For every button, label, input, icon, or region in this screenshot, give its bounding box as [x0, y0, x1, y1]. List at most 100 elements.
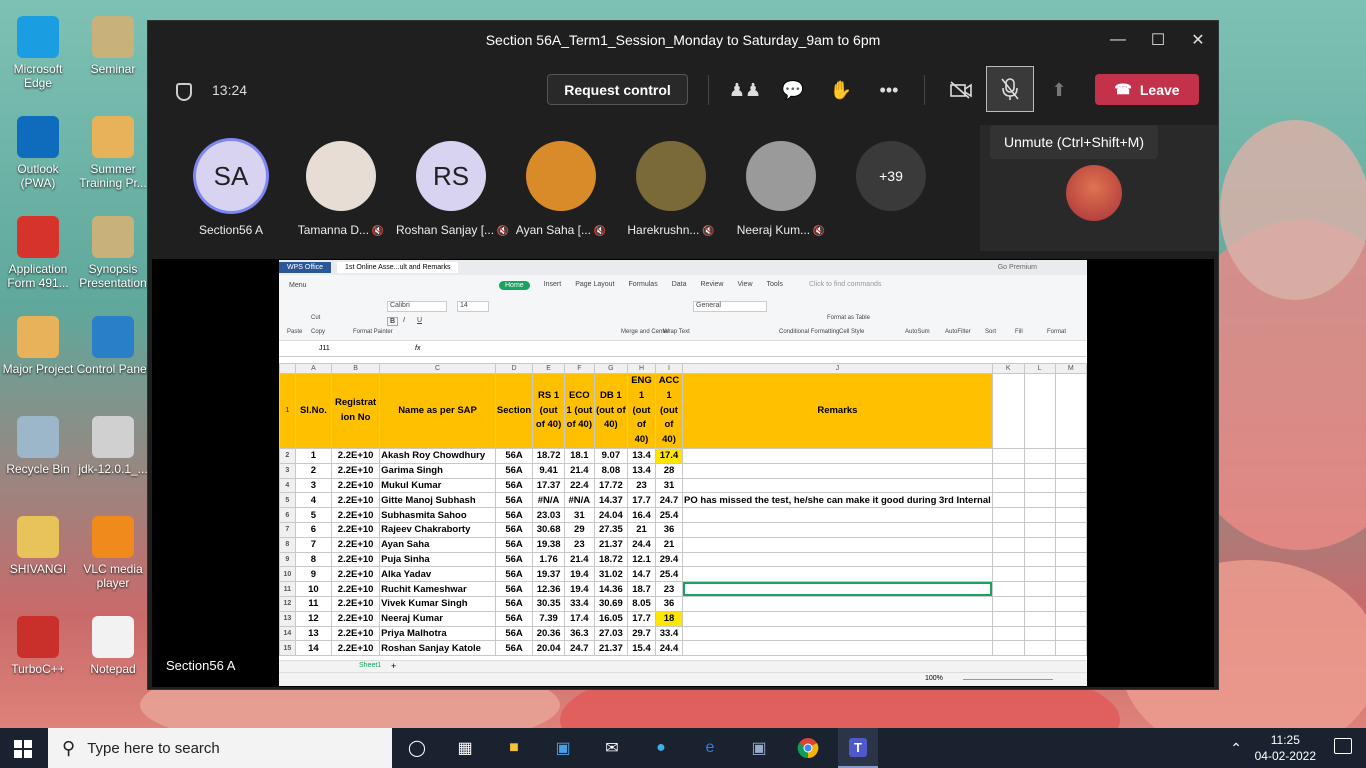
desktop-icon[interactable]: Summer Training Pr... [75, 110, 151, 190]
ribbon-button-fill[interactable]: Fill [1015, 329, 1023, 335]
empty-cell[interactable] [1023, 625, 1056, 642]
edge-icon[interactable]: ● [648, 736, 674, 760]
empty-cell[interactable] [1023, 610, 1056, 627]
remarks-cell[interactable] [682, 625, 993, 642]
empty-cell[interactable] [1023, 551, 1056, 568]
empty-cell[interactable] [1054, 595, 1087, 612]
row-header[interactable]: 15 [279, 640, 296, 657]
reactions-icon[interactable]: ✋ [828, 77, 854, 103]
data-cell[interactable]: 14.36 [593, 581, 629, 597]
data-cell[interactable]: 2.2E+10 [331, 640, 381, 657]
data-cell[interactable]: 56A [494, 477, 534, 494]
data-cell[interactable]: 17.37 [532, 477, 565, 494]
empty-cell[interactable] [1054, 492, 1087, 509]
remarks-cell[interactable] [682, 507, 993, 523]
data-cell[interactable]: 10 [294, 581, 333, 597]
data-cell[interactable]: 2.2E+10 [331, 507, 381, 523]
column-header[interactable]: I [654, 363, 684, 374]
data-cell[interactable]: 18.72 [593, 551, 629, 568]
ribbon-tab-tools[interactable]: Tools [767, 281, 783, 290]
data-cell[interactable]: 18.7 [627, 581, 656, 597]
empty-cell[interactable] [1054, 625, 1087, 642]
document-tab[interactable]: 1st Online Asse...ult and Remarks [337, 262, 459, 273]
fx-icon[interactable]: fx [415, 345, 420, 352]
row-header[interactable]: 7 [279, 521, 296, 538]
row-header[interactable]: 6 [279, 507, 296, 523]
task-view-icon[interactable]: ▦ [452, 736, 478, 760]
data-cell[interactable]: 21.37 [593, 536, 629, 553]
data-cell[interactable]: 2.2E+10 [331, 536, 381, 553]
column-header[interactable]: G [593, 363, 629, 374]
font-name-select[interactable]: Calibri [387, 301, 447, 312]
data-cell[interactable]: 56A [494, 610, 534, 627]
data-cell[interactable]: 21.4 [563, 551, 595, 568]
data-cell[interactable]: Roshan Sanjay Katole [379, 640, 496, 657]
data-cell[interactable]: 30.35 [532, 595, 565, 612]
empty-cell[interactable] [1054, 447, 1087, 464]
chat-icon[interactable]: 💬 [780, 77, 806, 103]
ribbon-tab-page-layout[interactable]: Page Layout [575, 281, 614, 290]
data-cell[interactable]: 27.35 [593, 521, 629, 538]
share-screen-icon[interactable]: ⬆ [1046, 77, 1072, 103]
data-cell[interactable]: Ruchit Kameshwar [379, 581, 496, 597]
data-cell[interactable]: 17.4 [563, 610, 595, 627]
request-control-button[interactable]: Request control [547, 74, 688, 105]
data-cell[interactable]: 25.4 [654, 507, 684, 523]
maximize-icon[interactable]: ☐ [1138, 21, 1178, 59]
column-title[interactable]: Registrat ion No [331, 373, 381, 449]
data-cell[interactable]: 2.2E+10 [331, 477, 381, 494]
data-cell[interactable]: 1 [294, 447, 333, 464]
data-cell[interactable]: 5 [294, 507, 333, 523]
data-cell[interactable]: 6 [294, 521, 333, 538]
column-header[interactable]: K [991, 363, 1025, 374]
desktop-icon[interactable]: TurboC++ [0, 610, 76, 676]
empty-cell[interactable] [991, 507, 1025, 523]
photos-icon[interactable]: ▣ [746, 736, 772, 760]
participant-tile[interactable]: Tamanna D... 🔇 [286, 141, 396, 237]
ribbon-button-format-painter[interactable]: Format Painter [353, 329, 393, 335]
remarks-cell[interactable] [682, 566, 993, 583]
data-cell[interactable]: 56A [494, 447, 534, 464]
data-cell[interactable]: 2.2E+10 [331, 625, 381, 642]
data-cell[interactable]: 33.4 [563, 595, 595, 612]
column-header[interactable]: H [627, 363, 656, 374]
data-cell[interactable]: 56A [494, 521, 534, 538]
empty-cell[interactable] [1054, 521, 1087, 538]
remarks-cell[interactable] [682, 536, 993, 553]
empty-cell[interactable] [1054, 566, 1087, 583]
data-cell[interactable]: 8 [294, 551, 333, 568]
data-cell[interactable]: 24.7 [654, 492, 684, 509]
empty-cell[interactable] [991, 462, 1025, 479]
bold-icon[interactable]: B [387, 317, 399, 326]
data-cell[interactable]: 56A [494, 462, 534, 479]
column-title[interactable]: ACC 1 (out of 40) [654, 373, 684, 449]
column-header[interactable]: A [294, 363, 333, 374]
column-title[interactable]: Sl.No. [294, 373, 333, 449]
data-cell[interactable]: 28 [654, 462, 684, 479]
data-cell[interactable]: 36 [654, 595, 684, 612]
data-cell[interactable]: 23 [654, 581, 684, 597]
participant-tile[interactable]: RS Roshan Sanjay [... 🔇 [396, 141, 509, 237]
italic-icon[interactable]: I [403, 317, 405, 324]
empty-cell[interactable] [1054, 462, 1087, 479]
data-cell[interactable]: 14.7 [627, 566, 656, 583]
data-cell[interactable]: 17.7 [627, 492, 656, 509]
empty-cell[interactable] [1023, 536, 1056, 553]
people-icon[interactable]: ♟♟ [729, 77, 761, 103]
empty-cell[interactable] [1023, 595, 1056, 612]
empty-cell[interactable] [1023, 477, 1056, 494]
data-cell[interactable]: 13.4 [627, 447, 656, 464]
select-all-corner[interactable] [279, 363, 296, 374]
ribbon-tab-review[interactable]: Review [701, 281, 724, 290]
data-cell[interactable]: 8.05 [627, 595, 656, 612]
row-header[interactable]: 5 [279, 492, 296, 509]
desktop-icon[interactable]: jdk-12.0.1_... [75, 410, 151, 476]
data-cell[interactable]: Puja Sinha [379, 551, 496, 568]
column-header[interactable]: C [379, 363, 496, 374]
clock[interactable]: 11:25 04-02-2022 [1255, 732, 1316, 764]
empty-cell[interactable] [991, 373, 1025, 449]
data-cell[interactable]: Ayan Saha [379, 536, 496, 553]
data-cell[interactable]: 29 [563, 521, 595, 538]
data-cell[interactable]: Alka Yadav [379, 566, 496, 583]
menu-button[interactable]: Menu [289, 282, 307, 289]
